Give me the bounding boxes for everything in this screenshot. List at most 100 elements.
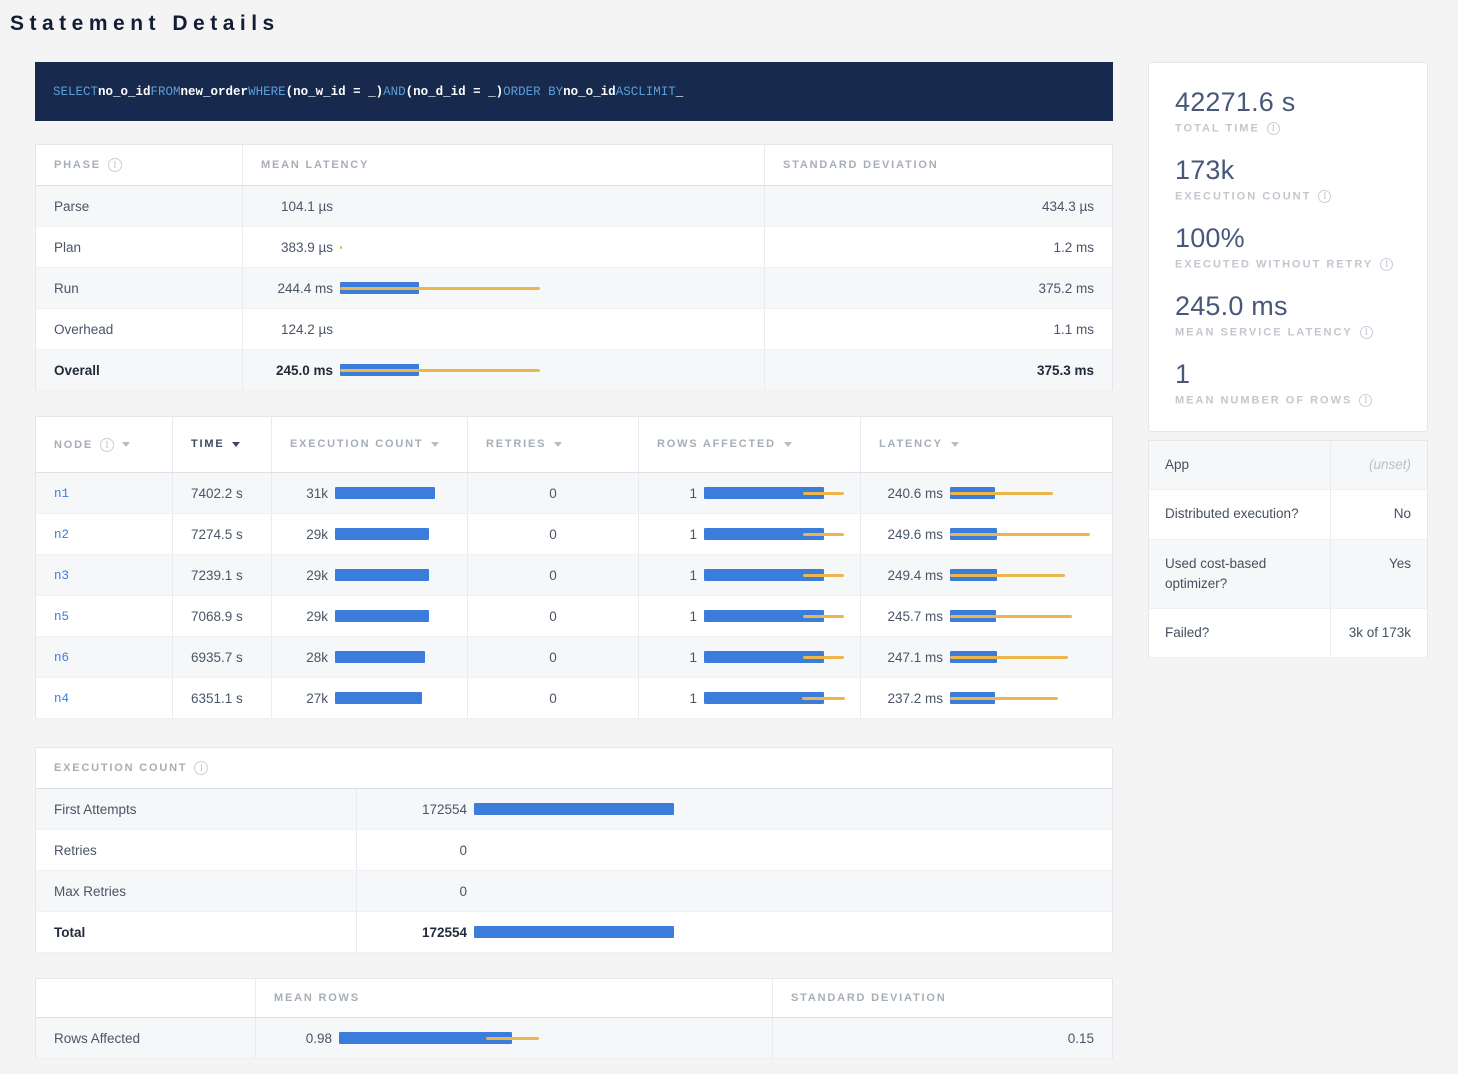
exec-count-bar — [474, 842, 674, 858]
bar-value-segment — [335, 569, 429, 581]
exec-count-bar — [474, 924, 674, 940]
bar-stddev-segment — [803, 533, 844, 537]
time-column-header[interactable]: Time — [173, 417, 272, 473]
exec-value-cell: 172554 — [357, 912, 1113, 953]
info-icon[interactable] — [1267, 122, 1280, 135]
mean-latency-cell: 124.2 µs — [243, 309, 765, 350]
node-table-row: n37239.1 s29k01249.4 ms — [36, 555, 1113, 596]
node-link[interactable]: n5 — [54, 610, 69, 624]
bar-stddev-segment — [486, 1037, 539, 1041]
time-cell: 6351.1 s — [173, 678, 272, 719]
mean-latency-bar — [340, 280, 540, 296]
info-icon[interactable] — [1380, 258, 1393, 271]
info-icon[interactable] — [1359, 394, 1372, 407]
info-icon[interactable] — [1360, 326, 1373, 339]
table-row: Plan 383.9 µs 1.2 ms — [36, 227, 1113, 268]
time-cell: 7068.9 s — [173, 596, 272, 637]
rows-affected-bar — [704, 649, 844, 665]
table-row-total: Total 172554 — [36, 912, 1113, 953]
prop-row-failed: Failed? 3k of 173k — [1149, 609, 1428, 658]
latency-bar — [950, 526, 1090, 542]
sql-identifier: (no_d_id = _) — [406, 85, 504, 99]
phase-table-header-row: Phase Mean Latency Standard Deviation — [36, 145, 1113, 186]
rows-affected-value: 1 — [657, 609, 697, 624]
latency-column-header[interactable]: Latency — [861, 417, 1113, 473]
time-cell: 7402.2 s — [173, 473, 272, 514]
retries-cell: 0 — [468, 514, 639, 555]
info-icon[interactable] — [108, 158, 122, 172]
info-icon[interactable] — [1318, 190, 1331, 203]
node-link[interactable]: n4 — [54, 692, 69, 706]
phase-cell: Plan — [36, 227, 243, 268]
stat-value: 173k — [1175, 155, 1401, 186]
mean-latency-bar — [340, 239, 540, 255]
sort-arrow-icon[interactable] — [554, 442, 562, 447]
time-cell: 7274.5 s — [173, 514, 272, 555]
mean-latency-cell: 244.4 ms — [243, 268, 765, 309]
exec-count-bar — [335, 485, 435, 501]
time-cell: 6935.7 s — [173, 637, 272, 678]
main-column: SELECT no_o_id FROM new_order WHERE (no_… — [35, 62, 1113, 1059]
exec-label-cell: First Attempts — [36, 789, 357, 830]
stat-label: Execution Count — [1175, 190, 1401, 203]
retries-cell: 0 — [468, 637, 639, 678]
execution-count-header-row: Execution Count — [36, 748, 1113, 789]
latency-value: 237.2 ms — [879, 691, 943, 706]
stat-value: 245.0 ms — [1175, 291, 1401, 322]
bar-value-segment — [335, 610, 429, 622]
latency-bar — [950, 567, 1090, 583]
node-link[interactable]: n3 — [54, 569, 69, 583]
rows-affected-value: 1 — [657, 691, 697, 706]
bar-stddev-segment — [950, 656, 1068, 660]
latency-value: 245.7 ms — [879, 609, 943, 624]
mean-latency-value: 244.4 ms — [261, 281, 333, 296]
exec-count-value: 28k — [290, 650, 328, 665]
statement-properties-table: App (unset) Distributed execution? No Us… — [1148, 440, 1428, 658]
sort-arrow-icon[interactable] — [431, 442, 439, 447]
sort-arrow-icon[interactable] — [232, 442, 240, 447]
rows-affected-column-header[interactable]: Rows Affected — [639, 417, 861, 473]
sql-keyword: AND — [383, 85, 406, 99]
exec-count-value: 172554 — [375, 802, 467, 817]
stat-value: 42271.6 s — [1175, 87, 1401, 118]
retries-column-header[interactable]: Retries — [468, 417, 639, 473]
latency-bar — [950, 608, 1090, 624]
prop-label: App — [1149, 441, 1331, 490]
rows-affected-cell: 1 — [639, 596, 861, 637]
info-icon[interactable] — [194, 761, 208, 775]
sort-arrow-icon[interactable] — [122, 442, 130, 447]
execution-count-cell: 28k — [272, 637, 468, 678]
rows-affected-cell: 1 — [639, 514, 861, 555]
node-link[interactable]: n1 — [54, 487, 69, 501]
phase-column-header: Phase — [36, 145, 243, 186]
table-row: First Attempts 172554 — [36, 789, 1113, 830]
table-row: Overhead 124.2 µs 1.1 ms — [36, 309, 1113, 350]
standard-deviation-column-header: Standard Deviation — [765, 145, 1113, 186]
latency-cell: 245.7 ms — [861, 596, 1113, 637]
table-row: Max Retries 0 — [36, 871, 1113, 912]
mean-rows-value: 0.98 — [274, 1031, 332, 1046]
table-row: Retries 0 — [36, 830, 1113, 871]
exec-value-cell: 0 — [357, 830, 1113, 871]
node-link[interactable]: n6 — [54, 651, 69, 665]
stat-label: Total Time — [1175, 122, 1401, 135]
node-cell: n4 — [36, 678, 173, 719]
bar-value-segment — [335, 487, 435, 499]
stat-executed-without-retry: 100% Executed without Retry — [1175, 223, 1401, 271]
execution-count-column-header[interactable]: Execution Count — [272, 417, 468, 473]
info-icon[interactable] — [100, 438, 114, 452]
node-table-row: n46351.1 s27k01237.2 ms — [36, 678, 1113, 719]
exec-label-cell: Total — [36, 912, 357, 953]
rows-affected-bar — [704, 690, 844, 706]
mean-latency-bar — [340, 321, 540, 337]
sort-arrow-icon[interactable] — [784, 442, 792, 447]
node-column-header[interactable]: Node — [36, 417, 173, 473]
sort-arrow-icon[interactable] — [951, 442, 959, 447]
exec-count-bar — [474, 801, 674, 817]
prop-label: Failed? — [1149, 609, 1331, 658]
bar-stddev-segment — [340, 287, 540, 291]
bar-value-segment — [474, 926, 674, 938]
retries-cell: 0 — [468, 473, 639, 514]
node-link[interactable]: n2 — [54, 528, 69, 542]
rows-affected-cell: 1 — [639, 473, 861, 514]
